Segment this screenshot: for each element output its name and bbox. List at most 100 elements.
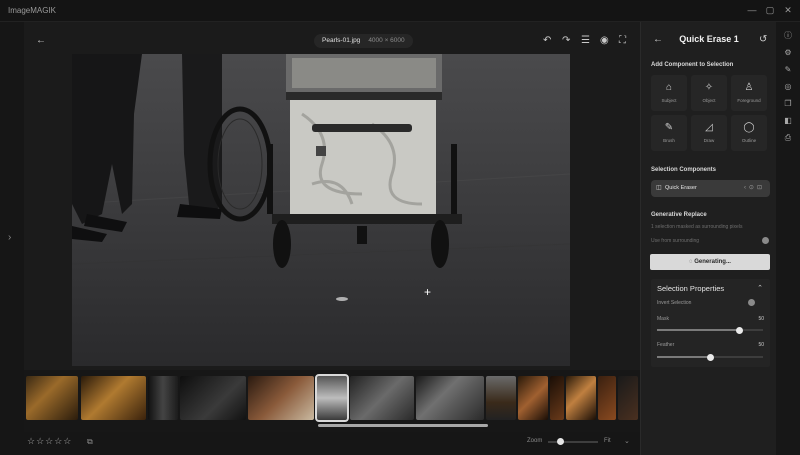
tool-label: Object xyxy=(702,98,716,103)
expand-left-panel-icon[interactable]: › xyxy=(8,232,11,243)
file-name: Pearls-01.jpg xyxy=(322,37,361,44)
selection-properties-title: Selection Properties xyxy=(657,284,725,293)
reset-icon[interactable]: ↺ xyxy=(759,34,767,45)
tool-label: Brush xyxy=(663,138,675,143)
redo-icon[interactable]: ↷ xyxy=(562,35,570,47)
tool-brush-button[interactable]: ✎ Brush xyxy=(651,115,687,151)
thumbnail[interactable] xyxy=(486,376,516,420)
photo-canvas[interactable] xyxy=(72,54,570,366)
tool-foreground-button[interactable]: ♙ Foreground xyxy=(731,75,767,111)
generative-replace-title: Generative Replace xyxy=(651,212,707,218)
close-button[interactable]: ✕ xyxy=(782,4,794,16)
star-rating[interactable]: ☆☆☆☆☆ xyxy=(27,436,72,447)
generative-option-label: Use from surrounding xyxy=(651,238,700,244)
minimize-button[interactable]: — xyxy=(746,4,758,16)
photo-image xyxy=(72,54,570,366)
selection-component-row[interactable]: ◫ Quick Eraser ‹⊙⊡ xyxy=(651,180,770,197)
tool-outline-button[interactable]: ◯ Outline xyxy=(731,115,767,151)
eraser-icon: ◫ xyxy=(656,185,662,191)
thumbnail[interactable] xyxy=(598,376,616,420)
filmstrip xyxy=(24,370,640,432)
eye-icon[interactable]: ◉ xyxy=(600,35,609,47)
person-icon: ♙ xyxy=(744,82,754,93)
feather-value: 50 xyxy=(758,342,764,348)
zoom-value[interactable]: Fit xyxy=(604,438,611,444)
generate-button-label: Generating... xyxy=(694,259,731,265)
object-icon: ✧ xyxy=(704,82,714,93)
thumbnail-selected[interactable] xyxy=(315,374,349,422)
undo-icon[interactable]: ↶ xyxy=(543,35,551,47)
selection-components-title: Selection Components xyxy=(651,167,717,173)
panel-title: Quick Erase 1 xyxy=(679,34,739,44)
copy-icon[interactable]: ⧉ xyxy=(87,437,93,447)
mask-label: Mask xyxy=(657,316,669,322)
tool-label: Subject xyxy=(661,98,677,103)
thumbnail[interactable] xyxy=(518,376,548,420)
app-title: ImageMAGIK xyxy=(8,6,57,15)
mask-value: 50 xyxy=(758,316,764,322)
thumbnail[interactable] xyxy=(180,376,246,420)
chevron-up-icon[interactable]: ⌃ xyxy=(757,284,763,292)
component-actions-icon[interactable]: ‹⊙⊡ xyxy=(744,184,765,191)
erase-icon[interactable]: ◧ xyxy=(776,116,800,125)
maximize-button[interactable]: ▢ xyxy=(764,4,776,16)
tool-label: Foreground xyxy=(737,98,761,103)
app-window: ImageMAGIK — ▢ ✕ › ← Pearls-01.jpg 4000 ×… xyxy=(0,0,800,455)
zoom-slider-handle[interactable] xyxy=(557,438,564,445)
tool-label: Outline xyxy=(741,138,757,143)
layers-icon[interactable]: ❐ xyxy=(776,99,800,108)
window-controls: — ▢ ✕ xyxy=(746,4,794,16)
adjust-icon[interactable]: ⚙ xyxy=(776,48,800,57)
invert-selection-label: Invert Selection xyxy=(657,300,692,306)
add-component-title: Add Component to Selection xyxy=(651,62,734,68)
back-arrow-icon[interactable]: ← xyxy=(36,35,46,47)
compare-icon[interactable]: ☰ xyxy=(581,35,590,47)
thumbnail[interactable] xyxy=(81,376,146,420)
thumbnail[interactable] xyxy=(26,376,78,420)
filmstrip-scrollbar[interactable] xyxy=(318,424,488,427)
quick-erase-panel: ← Quick Erase 1 ↺ Add Component to Selec… xyxy=(640,22,776,455)
thumbnail[interactable] xyxy=(566,376,596,420)
thumbnail[interactable] xyxy=(416,376,484,420)
thumbnail[interactable] xyxy=(148,376,178,420)
thumbnail[interactable] xyxy=(550,376,564,420)
chevron-down-icon[interactable]: ⌄ xyxy=(624,437,630,445)
feather-slider[interactable] xyxy=(657,353,763,361)
generative-subtext: 1 selection masked as surrounding pixels xyxy=(651,224,743,230)
feather-label: Feather xyxy=(657,342,675,348)
mask-slider[interactable] xyxy=(657,326,763,334)
title-bar: ImageMAGIK — ▢ ✕ xyxy=(0,0,800,22)
file-dimensions: 4000 × 6000 xyxy=(368,37,405,44)
info-icon[interactable]: ⓘ xyxy=(776,30,800,41)
canvas-area: ← Pearls-01.jpg 4000 × 6000 ↶ ↷ ☰ ◉ ⛶ + xyxy=(24,22,640,370)
circle-icon: ◯ xyxy=(743,122,755,133)
tool-draw-button[interactable]: ◿ Draw xyxy=(691,115,727,151)
tool-object-button[interactable]: ✧ Object xyxy=(691,75,727,111)
zoom-label: Zoom xyxy=(527,438,543,444)
generate-button[interactable]: ◌ Generating... xyxy=(650,254,770,270)
generative-option-toggle[interactable] xyxy=(762,237,769,244)
zoom-slider[interactable] xyxy=(548,438,598,445)
export-icon[interactable]: ⎙ xyxy=(776,133,800,143)
mask-slider-handle[interactable] xyxy=(736,326,744,334)
selection-properties: Selection Properties ⌃ Invert Selection … xyxy=(651,279,770,367)
mask-icon[interactable]: ◎ xyxy=(776,82,800,91)
edit-icon[interactable]: ✎ xyxy=(776,65,800,74)
bottom-bar: ☆☆☆☆☆ ⧉ Zoom Fit ⌄ xyxy=(24,432,640,455)
tool-subject-button[interactable]: ⌂ Subject xyxy=(651,75,687,111)
tool-label: Draw xyxy=(703,138,715,143)
thumbnail[interactable] xyxy=(618,376,638,420)
fullscreen-icon[interactable]: ⛶ xyxy=(619,35,626,47)
brush-icon: ✎ xyxy=(664,122,674,133)
feather-slider-fill xyxy=(657,356,710,358)
lasso-icon: ◿ xyxy=(705,122,713,133)
right-tool-rail: ⓘ ⚙ ✎ ◎ ❐ ◧ ⎙ xyxy=(776,22,800,455)
thumbnail[interactable] xyxy=(350,376,414,420)
subject-icon: ⌂ xyxy=(665,82,673,93)
component-name: Quick Eraser xyxy=(665,185,697,191)
left-sidebar-collapsed: › xyxy=(0,22,24,455)
invert-selection-toggle[interactable] xyxy=(748,299,755,306)
thumbnail[interactable] xyxy=(248,376,314,420)
feather-slider-handle[interactable] xyxy=(706,353,714,361)
file-info-pill: Pearls-01.jpg 4000 × 6000 xyxy=(314,34,413,48)
